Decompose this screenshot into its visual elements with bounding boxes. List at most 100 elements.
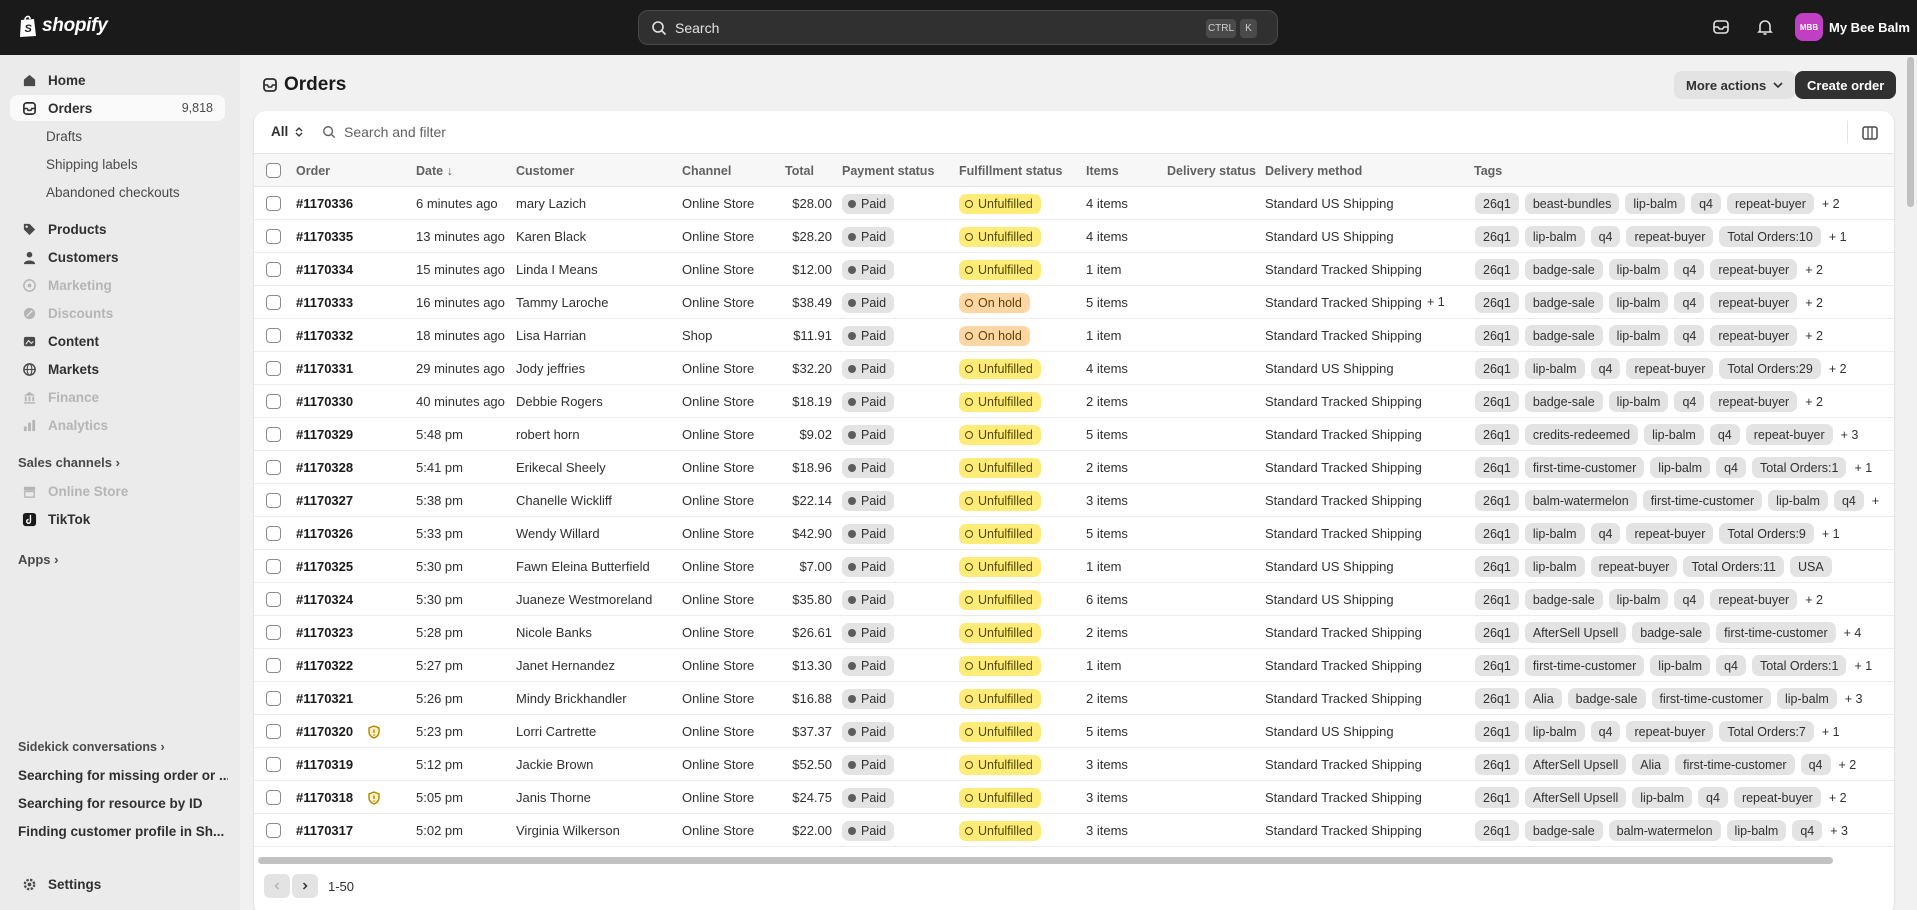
sidebar-item-tiktok[interactable]: TikTok [10, 506, 225, 532]
table-row[interactable]: #1170330 40 minutes ago Debbie Rogers Onlin… [254, 385, 1894, 418]
sidebar-item-abandoned-checkouts[interactable]: Abandoned checkouts [46, 185, 180, 200]
sidebar-item-finance[interactable]: Finance [10, 384, 225, 410]
sidebar-item-shipping-labels[interactable]: Shipping labels [46, 157, 138, 172]
row-checkbox[interactable] [266, 196, 281, 211]
store-menu[interactable]: MBB My Bee Balm [1795, 13, 1910, 41]
sidebar-item-online-store[interactable]: Online Store [10, 478, 225, 504]
column-header-delivery-method[interactable]: Delivery method [1265, 164, 1362, 178]
table-row[interactable]: #1170318 5:05 pm Janis Thorne Online Store $… [254, 781, 1894, 814]
sidebar-item-content[interactable]: Content [10, 328, 225, 354]
table-row[interactable]: #1170323 5:28 pm Nicole Banks Online Store $… [254, 616, 1894, 649]
order-number-link[interactable]: #1170334 [296, 262, 353, 277]
order-number-link[interactable]: #1170329 [296, 427, 353, 442]
order-number-link[interactable]: #1170328 [296, 460, 353, 475]
row-checkbox[interactable] [266, 526, 281, 541]
sidebar-item-customers[interactable]: Customers [10, 244, 225, 270]
order-number-link[interactable]: #1170332 [296, 328, 353, 343]
vertical-scrollbar[interactable] [1904, 55, 1917, 910]
create-order-button[interactable]: Create order [1795, 71, 1897, 99]
apps-heading[interactable]: Apps › [18, 552, 58, 567]
global-search-input[interactable]: Search CTRL K [638, 10, 1278, 45]
table-row[interactable]: #1170322 5:27 pm Janet Hernandez Online Sto… [254, 649, 1894, 682]
order-number-link[interactable]: #1170333 [296, 295, 353, 310]
row-checkbox[interactable] [266, 790, 281, 805]
row-checkbox[interactable] [266, 625, 281, 640]
sidebar-item-orders[interactable]: Orders 9,818 [10, 95, 225, 121]
table-row[interactable]: #1170317 5:02 pm Virginia Wilkerson Online … [254, 814, 1894, 847]
column-header-payment-status[interactable]: Payment status [842, 164, 934, 178]
row-checkbox[interactable] [266, 691, 281, 706]
order-number-link[interactable]: #1170322 [296, 658, 353, 673]
table-row[interactable]: #1170319 5:12 pm Jackie Brown Online Store $… [254, 748, 1894, 781]
bell-icon[interactable] [1755, 17, 1775, 37]
row-checkbox[interactable] [266, 361, 281, 376]
vertical-scrollbar-thumb[interactable] [1907, 57, 1914, 207]
table-row[interactable]: #1170326 5:33 pm Wendy Willard Online Store… [254, 517, 1894, 550]
column-header-total[interactable]: Total [785, 164, 814, 178]
sidekick-heading[interactable]: Sidekick conversations › [18, 740, 165, 754]
inbox-icon[interactable] [1711, 17, 1731, 37]
row-checkbox[interactable] [266, 328, 281, 343]
order-number-link[interactable]: #1170325 [296, 559, 353, 574]
table-row[interactable]: #1170331 29 minutes ago Jody jeffries Onlin… [254, 352, 1894, 385]
columns-icon[interactable] [1861, 124, 1879, 142]
order-number-link[interactable]: #1170324 [296, 592, 353, 607]
table-row[interactable]: #1170336 6 minutes ago mary Lazich Online S… [254, 187, 1894, 220]
column-header-tags[interactable]: Tags [1474, 164, 1502, 178]
order-number-link[interactable]: #1170336 [296, 196, 353, 211]
sidebar-item-settings[interactable]: Settings [10, 871, 225, 897]
table-row[interactable]: #1170324 5:30 pm Juaneze Westmoreland Onlin… [254, 583, 1894, 616]
select-all-checkbox[interactable] [266, 163, 281, 178]
sidebar-item-discounts[interactable]: Discounts [10, 300, 225, 326]
table-row[interactable]: #1170335 13 minutes ago Karen Black Online … [254, 220, 1894, 253]
order-number-link[interactable]: #1170326 [296, 526, 353, 541]
sidebar-item-products[interactable]: Products [10, 216, 225, 242]
order-number-link[interactable]: #1170317 [296, 823, 353, 838]
column-header-items[interactable]: Items [1086, 164, 1119, 178]
row-checkbox[interactable] [266, 559, 281, 574]
sidebar-item-analytics[interactable]: Analytics [10, 412, 225, 438]
search-filter-input[interactable]: Search and filter [322, 124, 446, 140]
order-number-link[interactable]: #1170320 [296, 724, 353, 739]
risk-warning-icon[interactable] [367, 725, 381, 739]
table-row[interactable]: #1170321 5:26 pm Mindy Brickhandler Online … [254, 682, 1894, 715]
order-number-link[interactable]: #1170330 [296, 394, 353, 409]
row-checkbox[interactable] [266, 460, 281, 475]
row-checkbox[interactable] [266, 823, 281, 838]
column-header-delivery-status[interactable]: Delivery status [1167, 164, 1256, 178]
row-checkbox[interactable] [266, 295, 281, 310]
table-row[interactable]: #1170320 5:23 pm Lorri Cartrette Online Sto… [254, 715, 1894, 748]
order-number-link[interactable]: #1170323 [296, 625, 353, 640]
row-checkbox[interactable] [266, 229, 281, 244]
row-checkbox[interactable] [266, 658, 281, 673]
shopify-logo[interactable]: S shopify [18, 14, 108, 38]
table-row[interactable]: #1170333 16 minutes ago Tammy Laroche Onlin… [254, 286, 1894, 319]
row-checkbox[interactable] [266, 724, 281, 739]
horizontal-scrollbar[interactable] [258, 857, 1833, 864]
table-row[interactable]: #1170328 5:41 pm Erikecal Sheely Online Sto… [254, 451, 1894, 484]
column-header-channel[interactable]: Channel [682, 164, 731, 178]
column-header-fulfillment-status[interactable]: Fulfillment status [959, 164, 1062, 178]
sidekick-conversation[interactable]: Searching for resource by ID [18, 796, 228, 811]
table-row[interactable]: #1170332 18 minutes ago Lisa Harrian Shop $1… [254, 319, 1894, 352]
order-number-link[interactable]: #1170327 [296, 493, 353, 508]
row-checkbox[interactable] [266, 262, 281, 277]
view-selector[interactable]: All [271, 124, 304, 139]
row-checkbox[interactable] [266, 427, 281, 442]
order-number-link[interactable]: #1170318 [296, 790, 353, 805]
order-number-link[interactable]: #1170331 [296, 361, 353, 376]
more-actions-button[interactable]: More actions [1674, 71, 1797, 99]
previous-page-button[interactable] [264, 874, 290, 898]
sales-channels-heading[interactable]: Sales channels › [18, 455, 120, 470]
order-number-link[interactable]: #1170321 [296, 691, 353, 706]
sidekick-conversation[interactable]: Finding customer profile in Sh... [18, 824, 228, 839]
table-row[interactable]: #1170329 5:48 pm robert horn Online Store $9… [254, 418, 1894, 451]
sidebar-item-marketing[interactable]: Marketing [10, 272, 225, 298]
column-header-order[interactable]: Order [296, 164, 330, 178]
column-header-date[interactable]: Date ↓ [416, 164, 453, 178]
table-row[interactable]: #1170334 15 minutes ago Linda I Means Onlin… [254, 253, 1894, 286]
row-checkbox[interactable] [266, 493, 281, 508]
sidebar-item-drafts[interactable]: Drafts [46, 129, 82, 144]
next-page-button[interactable] [292, 874, 318, 898]
sidebar-item-home[interactable]: Home [10, 67, 225, 93]
